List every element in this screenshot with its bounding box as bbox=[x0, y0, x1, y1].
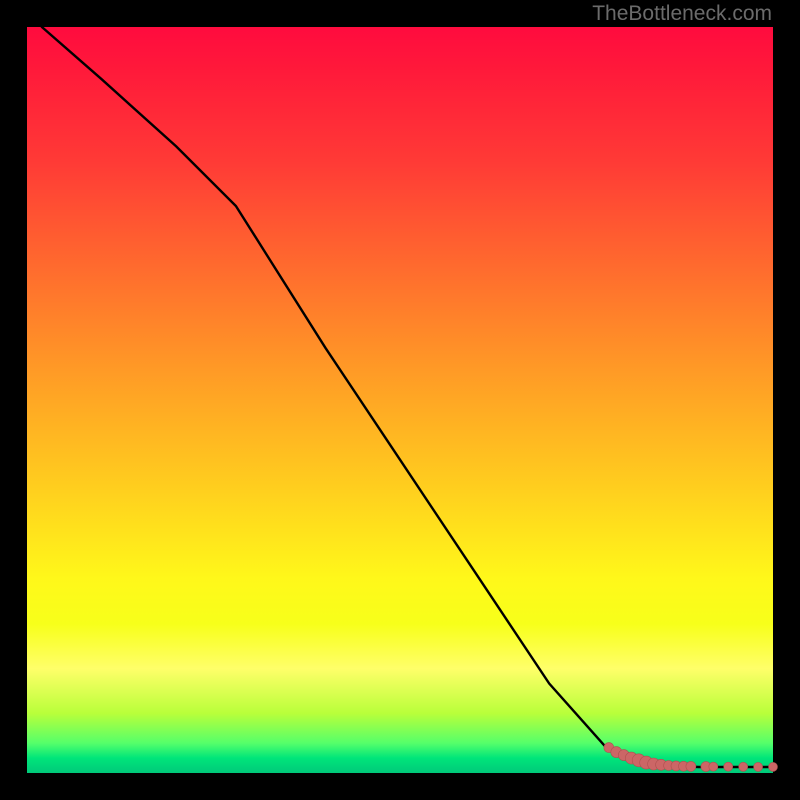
dot bbox=[754, 762, 763, 771]
watermark-text: TheBottleneck.com bbox=[592, 2, 772, 26]
chart-svg bbox=[27, 27, 773, 773]
bottleneck-curve bbox=[42, 27, 773, 767]
dot bbox=[769, 762, 778, 771]
dot bbox=[709, 762, 718, 771]
dot bbox=[686, 761, 696, 771]
chart-frame: TheBottleneck.com bbox=[0, 0, 800, 800]
dot bbox=[724, 762, 733, 771]
dot bbox=[739, 762, 748, 771]
